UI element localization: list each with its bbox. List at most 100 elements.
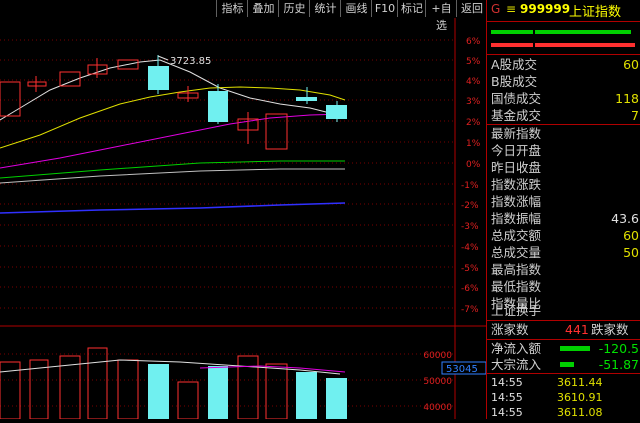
candle [208, 91, 228, 122]
tick-time: 14:55 [491, 376, 523, 389]
row-label: 今日开盘 [491, 143, 542, 158]
high-annotation: 3723.85 [170, 56, 211, 67]
row-value: 7 [631, 108, 639, 123]
row-bond: 国债成交 118 [487, 90, 640, 107]
toolbar: 指标 叠加 历史 统计 画线 F10 标记 +自选 返回 [0, 0, 487, 32]
high-marker-line [157, 55, 169, 61]
tick-time: 14:55 [491, 391, 523, 404]
rise-count: 441 [565, 322, 589, 337]
y-tick: 2% [466, 118, 481, 128]
y-tick: -2% [461, 201, 479, 211]
row-fund: 基金成交 7 [487, 107, 640, 124]
candle [148, 66, 169, 90]
overlay-button[interactable]: 叠加 [247, 0, 279, 17]
row-a-share: A股成交 60 [487, 56, 640, 73]
buy-bar [535, 30, 631, 34]
row-value: -51.87 [598, 357, 639, 372]
y-tick: -6% [461, 284, 479, 294]
row-turnover: 总成交额 60 [487, 227, 640, 244]
add-favorite-button[interactable]: +自选 [425, 0, 457, 32]
y-tick: -7% [461, 305, 479, 315]
y-tick: 1% [466, 139, 481, 149]
volume-bar [237, 355, 259, 420]
row-value: 118 [615, 91, 639, 106]
tick-row: 14:55 3610.91 [487, 391, 640, 404]
tick-price: 3611.08 [557, 406, 603, 419]
divider [487, 54, 640, 55]
row-label: 国债成交 [491, 91, 542, 106]
row-label: 最新指数 [491, 126, 542, 141]
row-change-pct: 指数涨幅 [487, 193, 640, 210]
divider [487, 373, 640, 374]
row-volume: 总成交量 50 [487, 244, 640, 261]
sell-bar [535, 43, 635, 47]
candle [265, 113, 288, 150]
quote-panel: G ≡ 999999 上证指数 A股成交 60 B股成交 国债成交 118 基金… [486, 0, 640, 419]
tick-price: 3610.91 [557, 391, 603, 404]
y-axis-labels: 6% 5% 4% 3% 2% 1% 0% -1% -2% -3% -4% -5%… [461, 37, 481, 315]
row-label: 总成交额 [491, 228, 542, 243]
volume-bar [326, 378, 347, 419]
y-tick: -4% [461, 243, 479, 253]
back-button[interactable]: 返回 [456, 0, 487, 17]
y-tick: 4% [466, 77, 481, 87]
candle [0, 81, 21, 117]
sell-bar [491, 43, 533, 47]
fall-label: 跌家数 [591, 322, 629, 337]
rise-label: 涨家数 [491, 322, 529, 337]
row-value: 43.6 [611, 211, 639, 226]
f10-button[interactable]: F10 [371, 0, 398, 17]
y-tick: 0% [466, 160, 481, 170]
security-name: 上证指数 [569, 5, 622, 20]
row-label: B股成交 [491, 74, 538, 89]
row-sh-turnover: 上证换手 [487, 302, 640, 319]
row-label: 最低指数 [491, 279, 542, 294]
block-inflow-row: 大宗流入 -51.87 [487, 356, 640, 373]
flow-bar [560, 346, 590, 351]
row-label: 总成交量 [491, 245, 542, 260]
row-change: 指数涨跌 [487, 176, 640, 193]
ma-yellow-line [0, 86, 346, 149]
row-value: 60 [623, 57, 639, 72]
ma-gray-line [0, 168, 345, 184]
updown-row: 涨家数 441 跌家数 [487, 321, 640, 338]
statistics-button[interactable]: 统计 [309, 0, 341, 17]
row-label: 指数振幅 [491, 211, 542, 226]
y-tick: 3% [466, 97, 481, 107]
history-button[interactable]: 历史 [278, 0, 310, 17]
row-latest-index: 最新指数 [487, 125, 640, 142]
kline-chart[interactable]: 3723.85 6% 5% 4% 3% 2% 1% 0% -1% -2% -3%… [0, 18, 487, 420]
panel-title: G ≡ 999999 上证指数 [487, 0, 640, 20]
tick-price: 3611.44 [557, 376, 603, 389]
y-tick: 5% [466, 57, 481, 67]
row-b-share: B股成交 [487, 73, 640, 90]
row-open: 今日开盘 [487, 142, 640, 159]
y-tick: -5% [461, 264, 479, 274]
candle [326, 105, 347, 119]
row-label: 上证换手 [491, 303, 542, 318]
volume-tick: 50000 [423, 377, 452, 387]
row-label: 指数涨幅 [491, 194, 542, 209]
row-value: 50 [623, 245, 639, 260]
row-amplitude: 指数振幅 43.6 [487, 210, 640, 227]
security-code: 999999 [520, 2, 571, 16]
candle [296, 97, 317, 101]
volume-bar [148, 364, 169, 419]
candle [27, 81, 47, 87]
buy-bar [491, 30, 533, 34]
draw-line-button[interactable]: 画线 [340, 0, 372, 17]
row-label: 基金成交 [491, 108, 542, 123]
indicator-button[interactable]: 指标 [216, 0, 248, 17]
divider [487, 21, 640, 22]
menu-icon[interactable]: ≡ [506, 2, 516, 16]
volume-bar [177, 381, 199, 420]
volume-tick: 40000 [423, 403, 452, 413]
row-label: 昨日收盘 [491, 160, 542, 175]
volume-bar [265, 363, 288, 420]
row-label: 大宗流入 [491, 357, 542, 372]
volume-bars [0, 347, 347, 420]
mark-button[interactable]: 标记 [397, 0, 426, 17]
flow-bar [560, 362, 574, 367]
volume-bar [117, 359, 139, 420]
row-value: -120.5 [598, 341, 639, 356]
